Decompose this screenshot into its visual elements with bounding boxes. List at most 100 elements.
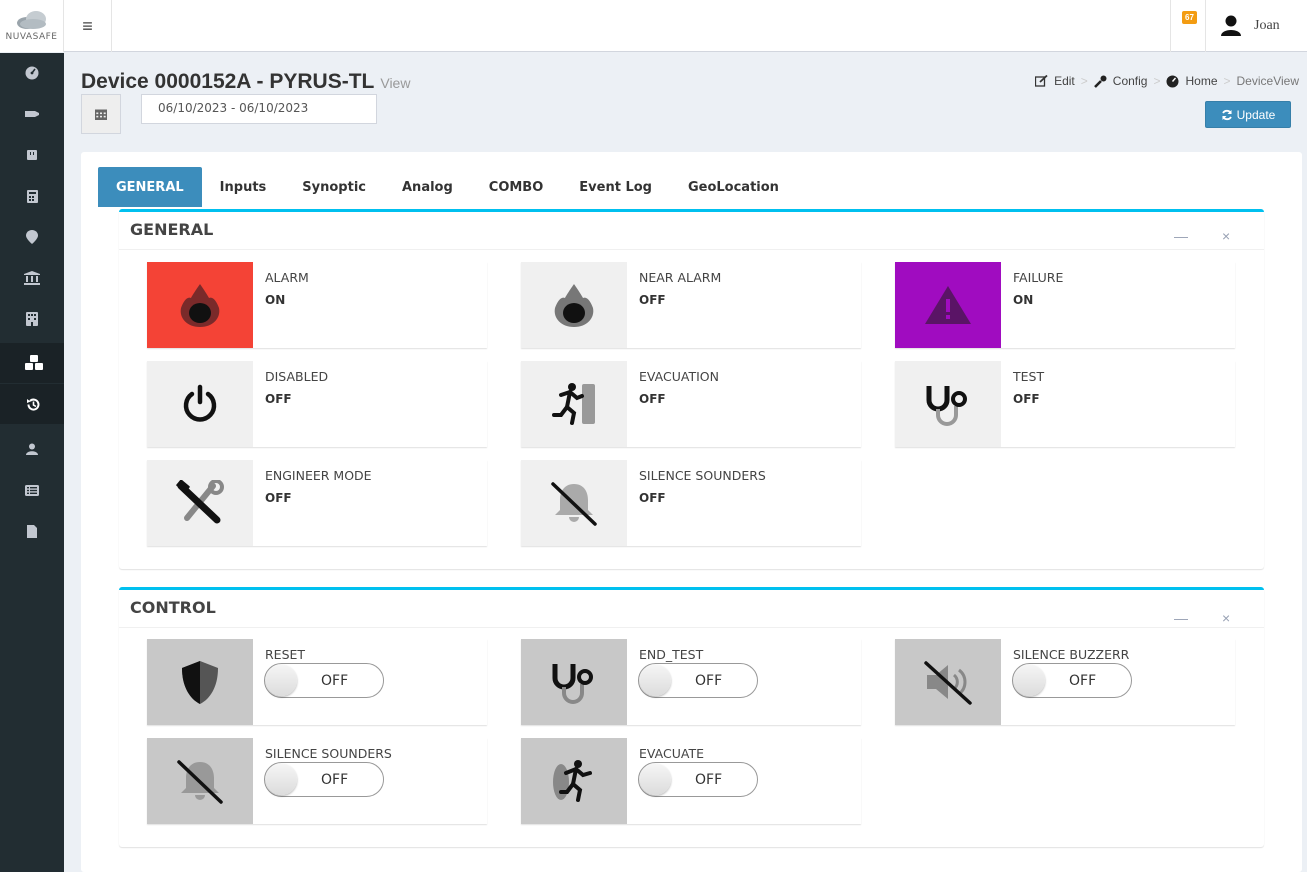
sidebar-item-map[interactable] <box>0 217 64 257</box>
silence-sounders-toggle[interactable]: OFF <box>264 762 384 797</box>
card-label: RESET <box>265 647 306 662</box>
notifications-button[interactable]: 67 <box>1170 0 1206 52</box>
control-box-header: CONTROL — × <box>119 590 1264 628</box>
card-icon-box <box>895 262 1001 348</box>
cubes-icon <box>24 355 43 370</box>
card-icon-box <box>147 460 253 546</box>
card-value: OFF <box>639 491 666 505</box>
breadcrumb-separator: > <box>1153 74 1161 88</box>
sidebar-item-history[interactable] <box>0 384 64 424</box>
card-value: OFF <box>639 293 666 307</box>
tab-inputs[interactable]: Inputs <box>202 167 285 207</box>
sidebar-item-institution[interactable] <box>0 258 64 298</box>
status-card-alarm: ALARM ON <box>147 262 487 348</box>
tab-analog[interactable]: Analog <box>384 167 471 207</box>
exit-run-icon <box>553 760 592 802</box>
exit-run-icon <box>552 383 595 425</box>
toggle-state: OFF <box>321 673 349 689</box>
power-icon <box>183 384 217 422</box>
close-button[interactable]: × <box>1222 610 1230 626</box>
update-button[interactable]: Update <box>1205 101 1291 128</box>
volume-mute-icon <box>924 661 972 705</box>
tab-synoptic[interactable]: Synoptic <box>284 167 384 207</box>
sidebar-item-user[interactable] <box>0 429 64 469</box>
card-icon-box <box>147 639 253 725</box>
card-icon-box <box>895 639 1001 725</box>
sidebar-item-calculator[interactable] <box>0 176 64 216</box>
card-label: TEST <box>1013 369 1045 384</box>
control-card-end-test: END_TEST OFF <box>521 639 861 725</box>
sidebar-item-sim[interactable] <box>0 135 64 175</box>
control-card-evacuate: EVACUATE OFF <box>521 738 861 824</box>
silence-buzzer-toggle[interactable]: OFF <box>1012 663 1132 698</box>
sidebar-toggle-button[interactable]: ≡ <box>64 0 112 52</box>
status-card-test: TEST OFF <box>895 361 1235 447</box>
toggle-knob <box>640 764 671 795</box>
institution-icon <box>24 271 40 285</box>
card-icon-box <box>895 361 1001 447</box>
card-icon-box <box>147 361 253 447</box>
sidebar-item-devices[interactable] <box>0 94 64 134</box>
breadcrumb-separator: > <box>1080 74 1088 88</box>
status-card-silence-sounders: SILENCE SOUNDERS OFF <box>521 460 861 546</box>
top-navbar: NUVASAFE ≡ 67 Joan <box>0 0 1307 52</box>
cloud-logo-icon <box>16 11 46 29</box>
breadcrumb-separator: > <box>1223 74 1231 88</box>
sidebar-item-building[interactable] <box>0 299 64 339</box>
tab-combo[interactable]: COMBO <box>471 167 562 207</box>
device-title: Device 0000152A - PYRUS-TL <box>81 70 375 93</box>
evacuate-toggle[interactable]: OFF <box>638 762 758 797</box>
toggle-knob <box>640 665 671 696</box>
end-test-toggle[interactable]: OFF <box>638 663 758 698</box>
calculator-icon <box>26 189 38 203</box>
general-box-header: GENERAL — × <box>119 212 1264 250</box>
minimize-button[interactable]: — <box>1174 228 1188 244</box>
minimize-button[interactable]: — <box>1174 610 1188 626</box>
status-card-engineer-mode: ENGINEER MODE OFF <box>147 460 487 546</box>
dashboard-icon <box>25 66 39 80</box>
sidebar-item-file[interactable] <box>0 511 64 551</box>
sidebar-item-cubes[interactable] <box>0 343 64 383</box>
date-range-input[interactable]: 06/10/2023 - 06/10/2023 <box>141 94 377 124</box>
tab-general[interactable]: GENERAL <box>98 167 202 207</box>
general-box-title: GENERAL <box>130 220 214 239</box>
page-title: Device 0000152A - PYRUS-TL View <box>81 70 410 94</box>
calendar-icon <box>95 109 107 120</box>
bell-slash-icon <box>551 482 597 526</box>
user-menu[interactable]: Joan <box>1220 0 1280 52</box>
card-label: DISABLED <box>265 369 329 384</box>
status-card-disabled: DISABLED OFF <box>147 361 487 447</box>
fire-icon <box>554 284 594 327</box>
tab-geolocation[interactable]: GeoLocation <box>670 167 797 207</box>
sidebar-item-list[interactable] <box>0 470 64 510</box>
close-button[interactable]: × <box>1222 228 1230 244</box>
card-icon-box <box>147 738 253 824</box>
control-card-silence-buzzer: SILENCE BUZZERR OFF <box>895 639 1235 725</box>
logo[interactable]: NUVASAFE <box>0 0 64 52</box>
card-icon-box <box>521 361 627 447</box>
reset-toggle[interactable]: OFF <box>264 663 384 698</box>
card-label: SILENCE SOUNDERS <box>265 746 392 761</box>
breadcrumb: Edit > Config > Home > DeviceView <box>1035 74 1299 88</box>
sim-card-icon <box>27 150 37 160</box>
date-picker-button[interactable] <box>81 94 121 134</box>
history-icon <box>27 398 40 411</box>
building-icon <box>26 312 38 326</box>
card-value: OFF <box>265 392 292 406</box>
fire-icon <box>180 284 220 327</box>
sidebar-item-dashboard[interactable] <box>0 53 64 93</box>
user-name: Joan <box>1254 18 1280 33</box>
card-label: END_TEST <box>639 647 704 662</box>
card-label: ENGINEER MODE <box>265 468 372 483</box>
toggle-knob <box>266 764 297 795</box>
breadcrumb-home[interactable]: Home <box>1185 74 1217 88</box>
shield-icon <box>182 661 218 704</box>
tab-event-log[interactable]: Event Log <box>561 167 670 207</box>
breadcrumb-edit[interactable]: Edit <box>1054 74 1075 88</box>
breadcrumb-config[interactable]: Config <box>1113 74 1148 88</box>
toggle-state: OFF <box>695 772 723 788</box>
control-box: CONTROL — × RESET OFF END_TEST OFF SILEN… <box>119 587 1264 847</box>
edit-icon <box>1035 75 1048 87</box>
dashboard-icon <box>1166 75 1179 87</box>
card-value: ON <box>265 293 286 307</box>
